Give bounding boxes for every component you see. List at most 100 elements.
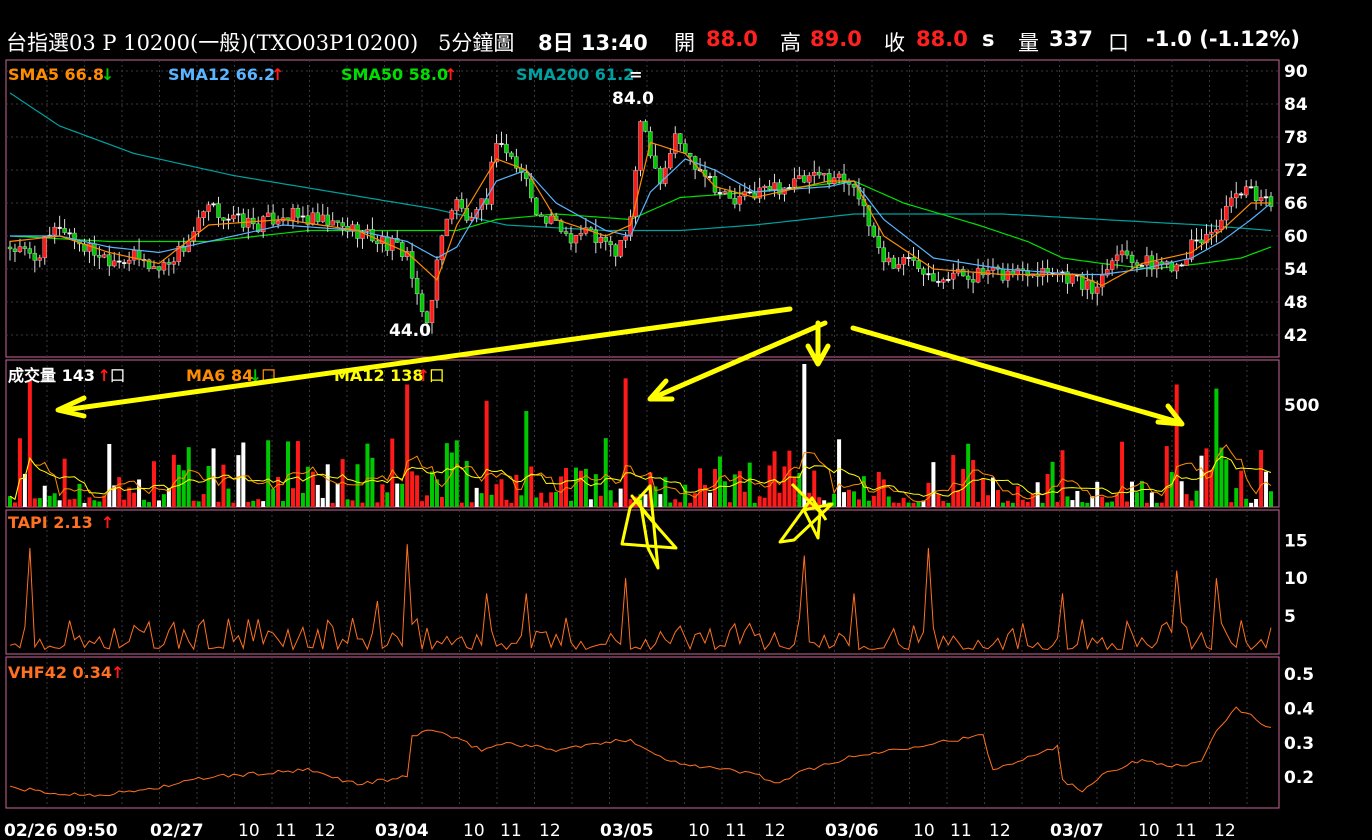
volume-bar [286, 441, 291, 507]
volume-bar [1144, 502, 1149, 507]
candle-body [251, 217, 256, 225]
volume-bar [489, 494, 494, 507]
volume-bar [434, 479, 439, 507]
volume-bar [881, 479, 886, 507]
volume-bar [246, 501, 251, 507]
volume-bar [176, 464, 181, 507]
volume-bar [320, 497, 325, 507]
sma5-line [9, 141, 1271, 287]
candle-body [702, 169, 708, 177]
x-axis-label: 12 [314, 821, 336, 840]
annotation-arrowhead [805, 343, 831, 367]
candle-body [509, 152, 514, 157]
volume-bar [42, 485, 47, 507]
volume-bar [117, 477, 122, 507]
arrow-up-icon: ↑ [444, 65, 457, 84]
volume-bar [102, 495, 107, 507]
candle-body [543, 216, 549, 224]
candle-body [72, 232, 77, 241]
volume-legend-2: MA12 138 [334, 366, 424, 385]
volume-bar [986, 495, 991, 507]
candle-body [1134, 262, 1140, 266]
candle-body [385, 236, 390, 251]
volume-label: 量 [1018, 31, 1039, 55]
candle-body [548, 215, 554, 224]
candle-body [380, 236, 385, 244]
candle-body [941, 279, 946, 283]
candle-body [414, 278, 420, 295]
volume-bar [901, 497, 906, 507]
candle-body [439, 235, 445, 261]
volume-bar [479, 493, 484, 507]
volume-bar [420, 501, 425, 507]
volume-bar [156, 500, 161, 507]
volume-bar [891, 502, 896, 507]
candle-body [161, 262, 167, 271]
candle-body [916, 260, 921, 269]
volume-bar [564, 468, 569, 507]
candle-body [419, 293, 425, 312]
candle-body [1035, 273, 1040, 277]
x-axis-label: 11 [950, 821, 972, 840]
candle-body [792, 178, 797, 188]
candle-body [563, 231, 569, 234]
volume-bar [1199, 455, 1204, 507]
legend-sma12: SMA12 66.2 [168, 65, 275, 84]
close-label: 收 [884, 31, 905, 55]
volume-bar [747, 462, 752, 507]
candle-body [1104, 269, 1110, 276]
candle-body [265, 212, 271, 217]
volume-bar [17, 438, 22, 507]
candle-body [390, 238, 395, 251]
volume-bar [1229, 502, 1234, 507]
candle-body [355, 224, 360, 239]
volume-bar [1010, 502, 1015, 507]
x-axis-label: 03/07 [1050, 821, 1104, 840]
candle-body [126, 259, 132, 264]
volume-bar [266, 440, 271, 507]
candle-body [489, 161, 494, 205]
volume-tick-label: 500 [1284, 396, 1320, 416]
volume-bar [827, 502, 832, 507]
candle-body [658, 168, 663, 184]
candle-body [449, 210, 455, 220]
volume-bar [618, 488, 623, 507]
volume-bar [256, 499, 261, 507]
volume-bar [737, 471, 742, 507]
volume-bar [802, 364, 807, 507]
arrow-up-icon: ↑ [271, 65, 284, 84]
x-axis-label: 11 [1175, 821, 1197, 840]
candle-body [112, 260, 117, 267]
volume-bar [400, 483, 405, 507]
volume-bar [300, 492, 305, 507]
volume-bar [1035, 482, 1040, 507]
volume-bar [355, 464, 360, 507]
candle-body [633, 170, 638, 218]
candle-body [62, 228, 67, 233]
candle-body [166, 262, 172, 265]
vhf-tick-label: 0.4 [1284, 699, 1314, 719]
volume-bar [936, 493, 941, 507]
volume-bar [67, 499, 72, 507]
volume-bar [425, 495, 430, 507]
volume-bar [469, 502, 474, 507]
candle-body [1243, 186, 1249, 196]
candle-body [345, 226, 350, 232]
candle-body [474, 209, 479, 218]
candle-body [737, 196, 742, 205]
candle-body [752, 192, 757, 199]
candle-body [17, 246, 23, 252]
volume-bar [956, 490, 961, 507]
candle-body [643, 121, 648, 132]
volume-bar [449, 452, 454, 507]
volume-bar [509, 502, 514, 507]
volume-bar [484, 400, 489, 507]
candle-body [1209, 231, 1214, 235]
candle-body [1114, 254, 1120, 261]
volume-bar [966, 443, 971, 507]
volume-bar [1189, 500, 1194, 507]
candle-body [891, 257, 896, 269]
candle-body [1040, 268, 1045, 277]
panel-frame-0 [5, 59, 1280, 358]
volume-bar [1065, 496, 1070, 507]
